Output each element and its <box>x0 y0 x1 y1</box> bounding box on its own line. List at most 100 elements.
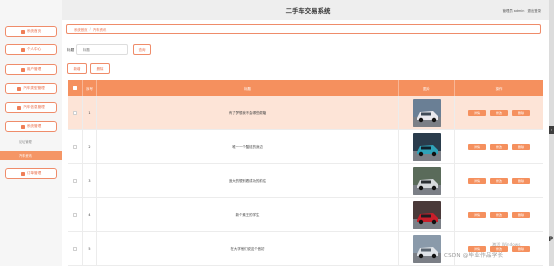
row-checkbox-cell <box>68 130 83 163</box>
row-checkbox-cell <box>68 198 83 231</box>
row-index: 1 <box>83 96 97 129</box>
row-checkbox[interactable] <box>73 178 77 183</box>
header-checkbox-cell <box>68 80 83 96</box>
settings-icon <box>20 124 25 129</box>
site-title: 二手车交易系统 <box>285 7 331 15</box>
breadcrumb-current: 汽车资讯 <box>92 27 107 32</box>
sidebar-item-system[interactable]: 系统管理 <box>5 121 57 132</box>
header-title: 标题 <box>97 80 399 96</box>
corner-logo-icon: P <box>548 236 553 243</box>
logout-link[interactable]: 退出登录 <box>527 8 541 13</box>
row-checkbox-cell <box>68 232 83 265</box>
edit-button[interactable]: 修改 <box>490 211 508 218</box>
car-thumbnail <box>412 166 441 195</box>
row-image-cell <box>399 130 455 163</box>
delete-row-button[interactable]: 删除 <box>512 177 530 184</box>
row-actions: 详情 修改 删除 <box>455 198 543 231</box>
row-actions: 详情 修改 删除 <box>455 232 543 265</box>
table-row[interactable]: 3 追大的想别看成功的前往 详情 修改 删除 <box>68 164 543 198</box>
edit-button[interactable]: 修改 <box>490 177 508 184</box>
row-index: 2 <box>83 130 97 163</box>
row-checkbox-cell <box>68 96 83 129</box>
detail-button[interactable]: 详情 <box>468 211 486 218</box>
submenu-item-label: 汽车资讯 <box>19 154 32 158</box>
admin-label: 管理员 admin <box>502 9 525 13</box>
detail-button[interactable]: 详情 <box>468 177 486 184</box>
delete-button[interactable]: 删除 <box>90 63 110 74</box>
row-actions: 详情 修改 删除 <box>455 96 543 129</box>
select-all-checkbox[interactable] <box>73 86 77 90</box>
search-button[interactable]: 查询 <box>133 44 151 55</box>
car-thumbnail <box>412 234 441 263</box>
search-input[interactable] <box>76 44 128 55</box>
header-image: 图片 <box>399 80 455 96</box>
row-image-cell <box>399 164 455 197</box>
table-row[interactable]: 2 唯一一个酷炫的身边 详情 修改 删除 <box>68 130 543 164</box>
edit-button[interactable]: 修改 <box>490 109 508 116</box>
add-button[interactable]: 新增 <box>67 63 87 74</box>
user-icon <box>20 47 25 52</box>
sidebar-item-label: 汽车类型管理 <box>23 86 45 90</box>
sidebar-item-label: 系统管理 <box>26 124 42 128</box>
row-image-cell <box>399 232 455 265</box>
sidebar-item-car-types[interactable]: 汽车类型管理 <box>5 83 57 94</box>
row-checkbox[interactable] <box>73 144 77 149</box>
row-actions: 详情 修改 删除 <box>455 130 543 163</box>
delete-row-button[interactable]: 删除 <box>512 143 530 150</box>
row-index: 5 <box>83 232 97 265</box>
grid-icon <box>17 105 22 110</box>
header-actions: 操作 <box>495 86 503 91</box>
row-checkbox-cell <box>68 164 83 197</box>
table-row[interactable]: 5 在大学他们说这个音初 详情 修改 删除 <box>68 232 543 266</box>
list-icon <box>20 171 25 176</box>
row-actions: 详情 修改 删除 <box>455 164 543 197</box>
top-bar: 二手车交易系统 管理员 admin 退出登录 <box>62 0 554 20</box>
home-icon <box>20 29 25 34</box>
side-toggle-icon[interactable]: › <box>549 126 554 134</box>
car-thumbnail <box>412 98 441 127</box>
row-image-cell <box>399 96 455 129</box>
breadcrumb: 系统首页 / 汽车资讯 <box>66 24 541 34</box>
sidebar-item-label: 个人中心 <box>26 47 42 51</box>
car-thumbnail <box>412 132 441 161</box>
row-title: 有了梦想我不会哪些颠簸 <box>97 96 399 129</box>
car-thumbnail <box>412 200 441 229</box>
sidebar-item-label: 订单管理 <box>26 171 42 175</box>
grid-icon <box>17 86 22 91</box>
row-title: 在大学他们说这个音初 <box>97 232 399 265</box>
user-area: 管理员 admin 退出登录 <box>503 8 541 13</box>
table-row[interactable]: 1 有了梦想我不会哪些颠簸 详情 修改 删除 <box>68 96 543 130</box>
sidebar-item-profile[interactable]: 个人中心 <box>5 44 57 55</box>
submenu-item-forum[interactable]: 论坛管理 <box>0 137 62 146</box>
row-checkbox[interactable] <box>73 246 77 251</box>
row-checkbox[interactable] <box>73 212 77 217</box>
sidebar-item-users[interactable]: 用户管理 <box>5 64 57 75</box>
main-content: 系统首页 / 汽车资讯 标题 查询 新增 删除 序号 标题 图片 操作 1有了梦… <box>62 20 549 266</box>
sidebar-item-label: 系统首页 <box>26 29 42 33</box>
csdn-watermark: CSDN @毕业作品学长 <box>444 253 504 259</box>
sidebar: 系统首页 个人中心 用户管理 汽车类型管理 汽车信息管理 系统管理 论坛管理 汽… <box>0 0 62 266</box>
sidebar-item-label: 汽车信息管理 <box>23 105 45 109</box>
sidebar-item-orders[interactable]: 订单管理 <box>5 168 57 179</box>
submenu-item-label: 论坛管理 <box>19 140 32 144</box>
row-checkbox[interactable] <box>73 110 77 115</box>
row-title: 追大的想别看成功的前往 <box>97 164 399 197</box>
row-index: 4 <box>83 198 97 231</box>
sidebar-item-label: 用户管理 <box>26 67 42 71</box>
search-label: 标题 <box>67 48 75 52</box>
sidebar-item-home[interactable]: 系统首页 <box>5 26 57 37</box>
delete-row-button[interactable]: 删除 <box>512 211 530 218</box>
detail-button[interactable]: 详情 <box>468 143 486 150</box>
table-row[interactable]: 4 新个素王的学生 详情 修改 删除 <box>68 198 543 232</box>
submenu-item-car-news[interactable]: 汽车资讯 <box>0 151 62 160</box>
delete-row-button[interactable]: 删除 <box>512 109 530 116</box>
table-header: 序号 标题 图片 操作 <box>68 80 543 96</box>
detail-button[interactable]: 详情 <box>468 109 486 116</box>
users-icon <box>20 67 25 72</box>
header-index: 序号 <box>83 80 97 96</box>
row-title: 唯一一个酷炫的身边 <box>97 130 399 163</box>
breadcrumb-home[interactable]: 系统首页 <box>74 27 88 32</box>
sidebar-item-car-info[interactable]: 汽车信息管理 <box>5 102 57 113</box>
edit-button[interactable]: 修改 <box>490 143 508 150</box>
windows-activation-watermark: 激活 Windows <box>492 242 521 247</box>
